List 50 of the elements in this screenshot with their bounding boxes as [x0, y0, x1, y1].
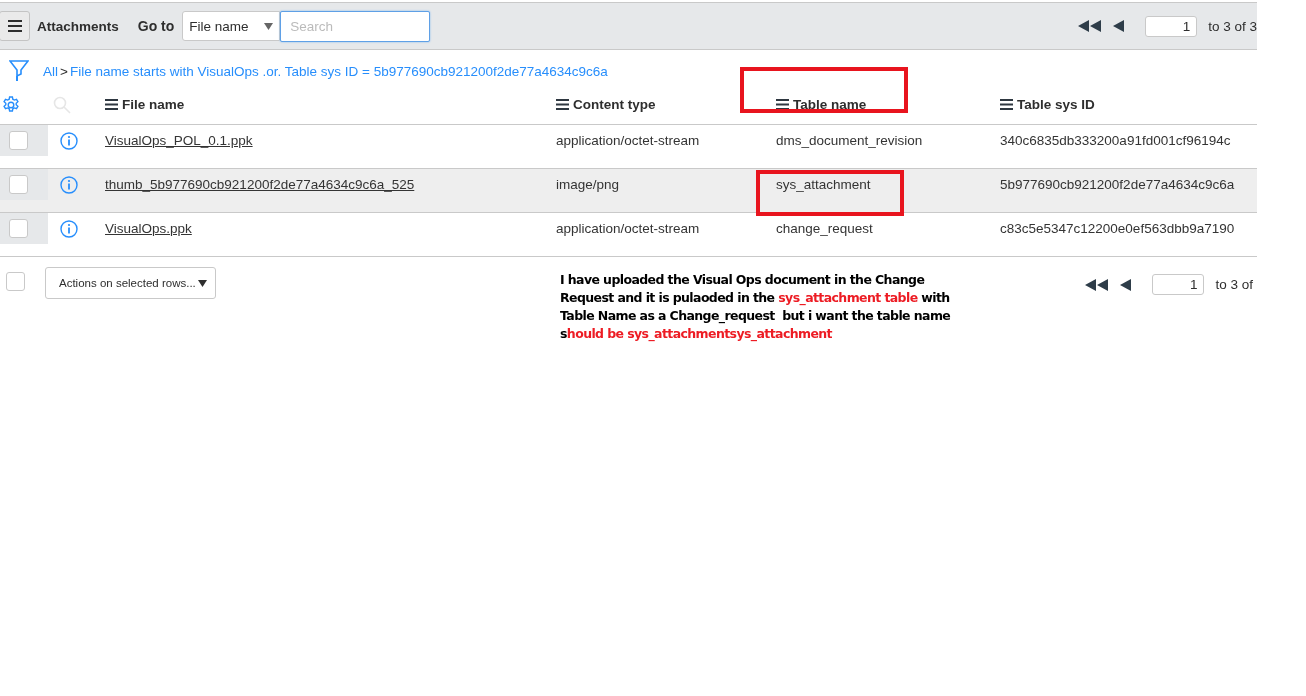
record-range: to 3 of 3: [1208, 18, 1257, 34]
previous-page-icon[interactable]: [1113, 20, 1125, 32]
page-field[interactable]: 1: [1145, 15, 1198, 37]
settings-icon[interactable]: [2, 95, 20, 114]
file-name-link[interactable]: VisualOps_POL_0.1.ppk: [105, 133, 253, 148]
goto-label: Go to: [137, 18, 175, 34]
breadcrumb-separator: >: [60, 63, 68, 79]
previous-page-icon[interactable]: [1120, 278, 1132, 291]
record-range: to 3 of: [1215, 277, 1253, 292]
table-cell: dms_document_revision: [776, 133, 923, 148]
column-header[interactable]: File name: [105, 97, 185, 112]
file-name-link[interactable]: thumb_5b977690cb921200f2de77a4634c9c6a_525: [105, 177, 415, 192]
search-field[interactable]: Search: [280, 10, 431, 42]
column-header[interactable]: Content type: [556, 97, 656, 112]
caret-icon: [264, 22, 274, 30]
table-cell: change_request: [776, 221, 873, 236]
row-checkbox[interactable]: [8, 131, 28, 150]
file-name-link[interactable]: VisualOps.ppk: [105, 221, 192, 236]
table-cell: application/octet-stream: [556, 133, 700, 148]
menu-icon: [7, 20, 22, 32]
first-page-icon[interactable]: [1085, 278, 1110, 291]
page-field[interactable]: 1: [1152, 274, 1205, 295]
caret-icon: [198, 279, 207, 287]
field-select[interactable]: File name: [182, 11, 281, 41]
table-cell: sys_attachment: [776, 177, 871, 192]
table-row[interactable]: thumb_5b977690cb921200f2de77a4634c9c6a_525 image/png sys_attachment 5b977690cb921200f2de77a4634c9c6a: [0, 169, 1257, 213]
row-checkbox[interactable]: [8, 219, 28, 238]
filter-icon[interactable]: [9, 60, 29, 82]
info-icon[interactable]: [60, 175, 78, 194]
info-icon[interactable]: [60, 219, 78, 238]
table-cell: c83c5e5347c12200e0ef563dbb9a7190: [1000, 221, 1235, 236]
menu-icon: [556, 99, 569, 110]
table-cell: 5b977690cb921200f2de77a4634c9c6a: [1000, 177, 1235, 192]
annotation-note: I have uploaded the Visual Ops document in the Change Request and it is pulaoded in the sys_attachment table with Table Name as a Change_request but i want the table name should be sys_attachmentsys_attachment: [560, 271, 952, 343]
menu-icon: [105, 99, 118, 110]
menu-icon: [776, 99, 789, 110]
table-cell: application/octet-stream: [556, 221, 700, 236]
column-header[interactable]: Table sys ID: [1000, 97, 1095, 112]
list-title: Attachments: [37, 18, 119, 34]
actions-dropdown[interactable]: Actions on selected rows...: [45, 267, 216, 299]
select-all-checkbox[interactable]: [6, 272, 25, 291]
menu-button[interactable]: [0, 11, 30, 41]
info-icon[interactable]: [60, 131, 78, 150]
column-header[interactable]: Table name: [776, 97, 867, 112]
table-row[interactable]: VisualOps.ppk application/octet-stream change_request c83c5e5347c12200e0ef563dbb9a7190: [0, 213, 1257, 257]
first-page-icon[interactable]: [1078, 20, 1103, 32]
row-checkbox[interactable]: [8, 175, 28, 194]
table-cell: image/png: [556, 177, 620, 192]
menu-icon: [1000, 99, 1013, 110]
table-cell: 340c6835db333200a91fd001cf96194c: [1000, 133, 1231, 148]
